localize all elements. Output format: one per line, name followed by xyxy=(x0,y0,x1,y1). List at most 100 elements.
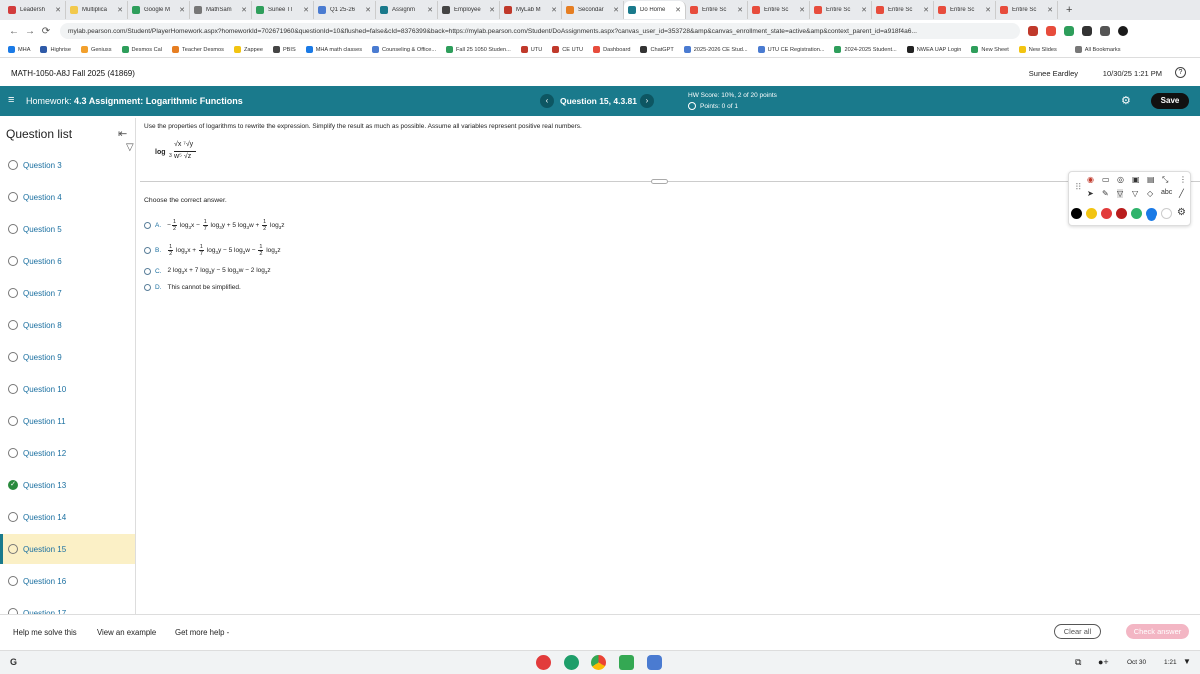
classroom-icon[interactable] xyxy=(564,655,579,670)
radio-d[interactable] xyxy=(144,284,151,291)
bookmark-item[interactable]: 2025-2026 CE Stud... xyxy=(683,46,748,53)
text-icon[interactable]: abc xyxy=(1161,189,1172,196)
menu-icon[interactable]: ≡ xyxy=(8,94,14,106)
bookmark-item[interactable]: 2024-2025 Student... xyxy=(834,46,897,53)
media-icon[interactable]: ●+ xyxy=(1098,657,1109,667)
close-icon[interactable]: ✕ xyxy=(551,6,557,14)
question-list-item[interactable]: Question 14 xyxy=(0,502,135,532)
radio-b[interactable] xyxy=(144,247,151,254)
color-darkred-swatch[interactable] xyxy=(1116,208,1127,219)
bookmark-item[interactable]: Fall 25 1050 Studen... xyxy=(446,46,511,53)
bookmark-item[interactable]: UTU xyxy=(520,46,542,53)
more-icon[interactable]: ⋮ xyxy=(1179,175,1187,184)
close-icon[interactable]: ✕ xyxy=(737,6,743,14)
help-icon[interactable]: ? xyxy=(1175,67,1186,78)
save-button[interactable]: Save xyxy=(1151,93,1189,109)
question-list-item[interactable]: Question 11 xyxy=(0,406,135,436)
browser-tab[interactable]: MathSam ✕ xyxy=(190,1,252,19)
question-list-item[interactable]: Question 4 xyxy=(0,182,135,212)
extension-icon[interactable] xyxy=(1028,26,1038,36)
question-list-item[interactable]: Question 10 xyxy=(0,374,135,404)
extension-icon[interactable] xyxy=(1046,26,1056,36)
bookmark-item[interactable]: Teacher Desmos xyxy=(171,46,224,53)
bookmark-item[interactable]: NWEA UAP Login xyxy=(906,46,961,53)
bookmark-item[interactable]: All Bookmarks xyxy=(1074,46,1121,53)
bookmark-item[interactable]: CE UTU xyxy=(552,46,583,53)
save-icon[interactable]: ▣ xyxy=(1132,175,1140,184)
question-list-item[interactable]: Question 12 xyxy=(0,438,135,468)
get-more-help-link[interactable]: Get more help - xyxy=(175,628,229,637)
radio-c[interactable] xyxy=(144,267,151,275)
camera-icon[interactable] xyxy=(647,655,662,670)
extension-icon[interactable] xyxy=(1064,26,1074,36)
close-icon[interactable]: ✕ xyxy=(117,6,123,14)
close-icon[interactable]: ✕ xyxy=(613,6,619,14)
question-list-item[interactable]: Question 8 xyxy=(0,310,135,340)
back-icon[interactable]: ← xyxy=(6,26,22,37)
color-yellow-swatch[interactable] xyxy=(1086,208,1097,219)
next-question-button[interactable]: › xyxy=(640,94,654,108)
wifi-icon[interactable]: ▼ xyxy=(1183,657,1191,666)
bookmark-item[interactable]: MHA xyxy=(8,46,30,53)
tray-time[interactable]: 1:21 xyxy=(1164,659,1177,666)
settings-icon[interactable]: ⚙ xyxy=(1177,207,1186,218)
close-icon[interactable]: ✕ xyxy=(303,6,309,14)
bookmark-item[interactable]: UTU CE Registration... xyxy=(757,46,824,53)
trash-icon[interactable]: ▤ xyxy=(1147,175,1155,184)
question-list-item[interactable]: Question 9 xyxy=(0,342,135,372)
browser-tab[interactable]: Entire Sc ✕ xyxy=(810,1,872,19)
bookmark-item[interactable]: Zappee xyxy=(233,46,263,53)
question-list-item[interactable]: Question 16 xyxy=(0,566,135,596)
browser-tab[interactable]: Entire Sc ✕ xyxy=(686,1,748,19)
close-icon[interactable]: ✕ xyxy=(799,6,805,14)
browser-tab[interactable]: MyLab M ✕ xyxy=(500,1,562,19)
bookmark-item[interactable]: Desmos Cal xyxy=(121,46,162,53)
play-store-icon[interactable] xyxy=(619,655,634,670)
option-b[interactable]: B. 12 log3x + 17 log3y − 5 log3w − 12 lo… xyxy=(144,244,281,257)
bookmark-item[interactable]: Geniuss xyxy=(80,46,112,53)
address-bar[interactable]: mylab.pearson.com/Student/PlayerHomework… xyxy=(60,23,1020,39)
browser-tab[interactable]: Google M ✕ xyxy=(128,1,190,19)
collapse-panel-icon[interactable]: ⇤ xyxy=(118,127,127,140)
browser-tab[interactable]: Employee ✕ xyxy=(438,1,500,19)
bookmark-item[interactable]: ChatGPT xyxy=(640,46,674,53)
record-icon[interactable]: ◉ xyxy=(1087,175,1094,184)
view-example-link[interactable]: View an example xyxy=(97,628,156,637)
question-list-item[interactable]: Question 7 xyxy=(0,278,135,308)
help-me-solve-link[interactable]: Help me solve this xyxy=(13,628,77,637)
reload-icon[interactable]: ⟳ xyxy=(38,26,54,37)
screen-icon[interactable]: ▭ xyxy=(1102,175,1110,184)
option-d[interactable]: D. This cannot be simplified. xyxy=(144,284,241,291)
eye-icon[interactable]: ◎ xyxy=(1117,175,1124,184)
eraser-icon[interactable]: ◇ xyxy=(1147,189,1153,198)
launcher-icon[interactable]: G xyxy=(10,657,17,667)
close-icon[interactable]: ✕ xyxy=(985,6,991,14)
color-white-swatch[interactable] xyxy=(1161,208,1172,219)
color-blue-swatch[interactable] xyxy=(1146,208,1157,219)
question-list-item[interactable]: Question 3 xyxy=(0,150,135,180)
check-answer-button[interactable]: Check answer xyxy=(1126,624,1189,639)
bookmark-item[interactable]: Counseling & Office... xyxy=(372,46,436,53)
bookmark-item[interactable]: Highrise xyxy=(40,46,71,53)
chrome-icon[interactable] xyxy=(591,655,606,670)
question-list-item[interactable]: Question 6 xyxy=(0,246,135,276)
close-icon[interactable]: ✕ xyxy=(55,6,61,14)
highlighter-icon[interactable]: ▽ xyxy=(1117,189,1124,198)
close-icon[interactable]: ✕ xyxy=(489,6,495,14)
close-icon[interactable]: ✕ xyxy=(365,6,371,14)
browser-tab[interactable]: Entire Sc ✕ xyxy=(934,1,996,19)
close-icon[interactable]: ✕ xyxy=(241,6,247,14)
question-list-item[interactable]: ✓ Question 13 xyxy=(0,470,135,500)
color-black-swatch[interactable] xyxy=(1071,208,1082,219)
browser-tab[interactable]: Multiplica ✕ xyxy=(66,1,128,19)
bookmark-item[interactable]: PBIS xyxy=(272,46,296,53)
close-icon[interactable]: ✕ xyxy=(179,6,185,14)
close-icon[interactable]: ✕ xyxy=(1047,6,1053,14)
previous-question-button[interactable]: ‹ xyxy=(540,94,554,108)
tray-date[interactable]: Oct 30 xyxy=(1127,659,1146,666)
question-list-item[interactable]: Question 15 xyxy=(0,534,135,564)
marker-icon[interactable]: ▽ xyxy=(1132,189,1138,198)
bookmark-item[interactable]: New Slides xyxy=(1018,46,1057,53)
browser-tab[interactable]: Do Home ✕ xyxy=(624,1,686,19)
browser-tab[interactable]: Leadersh ✕ xyxy=(4,1,66,19)
